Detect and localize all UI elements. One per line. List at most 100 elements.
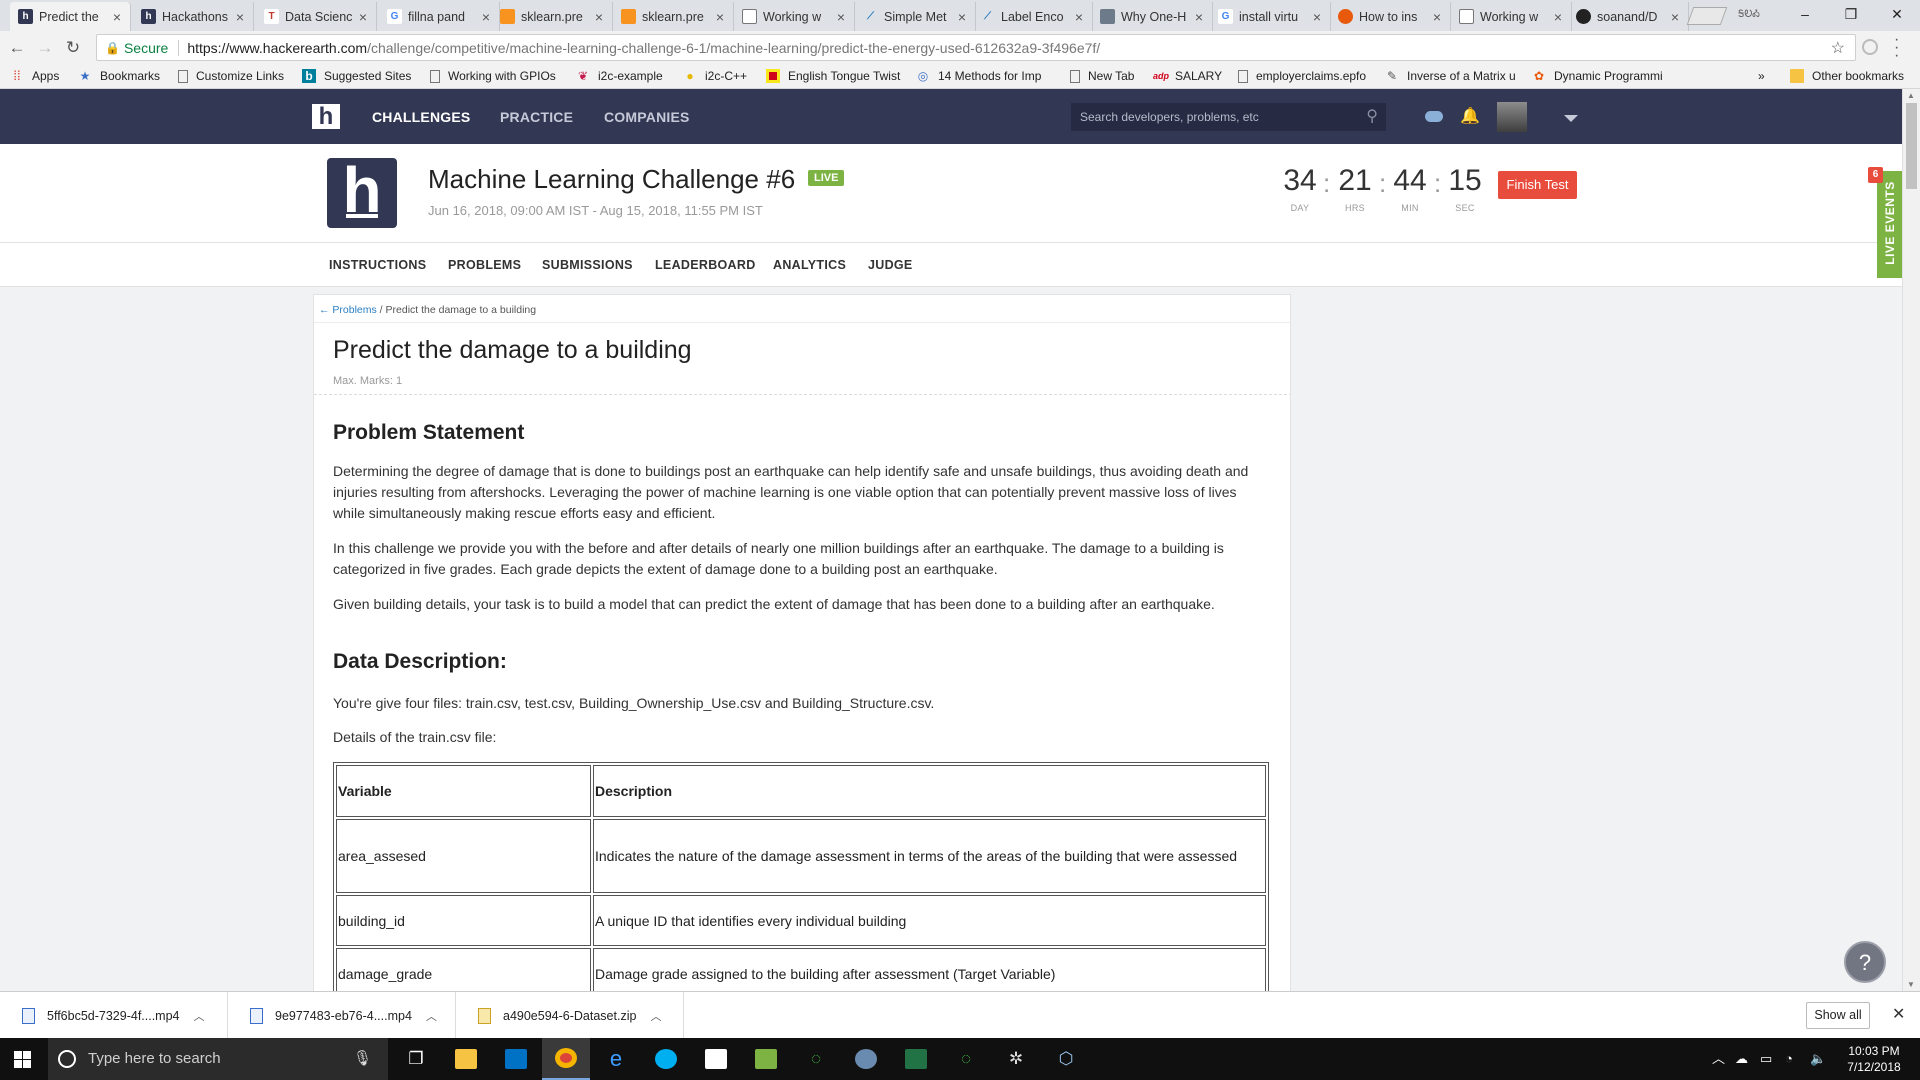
chevron-up-icon[interactable]: ︿ bbox=[426, 1008, 437, 1024]
browser-tab[interactable]: sklearn.pre × bbox=[613, 2, 734, 31]
help-button[interactable]: ? bbox=[1844, 941, 1886, 983]
taskbar-search-input[interactable]: Type here to search 🎙 bbox=[48, 1038, 388, 1080]
bookmark-tongue-twist[interactable]: English Tongue Twist bbox=[766, 69, 900, 83]
profile-indicator[interactable]: ᎦᎧᎣ bbox=[1738, 9, 1760, 20]
browser-tab[interactable]: h Hackathons × bbox=[133, 2, 254, 31]
chrome-icon[interactable] bbox=[542, 1038, 590, 1080]
minimize-icon[interactable]: – bbox=[1782, 0, 1828, 31]
close-downloads-icon[interactable]: ✕ bbox=[1892, 1004, 1905, 1024]
windows-start-icon[interactable] bbox=[14, 1051, 31, 1068]
bookmark-i2c-example[interactable]: ❦ i2c-example bbox=[576, 69, 663, 83]
show-all-downloads-button[interactable]: Show all bbox=[1806, 1002, 1870, 1029]
volume-icon[interactable]: 🔈 bbox=[1810, 1038, 1826, 1080]
close-tab-icon[interactable]: × bbox=[479, 9, 493, 25]
close-tab-icon[interactable]: × bbox=[1310, 9, 1324, 25]
bookmark-bookmarks[interactable]: ★ Bookmarks bbox=[78, 69, 160, 83]
tray-overflow-icon[interactable]: ︿ bbox=[1712, 1038, 1725, 1080]
outlook-icon[interactable] bbox=[492, 1038, 540, 1080]
browser-tab[interactable]: h Predict the × bbox=[10, 2, 131, 31]
notification-bell-icon[interactable]: 🔔 bbox=[1459, 106, 1481, 128]
chevron-down-icon[interactable] bbox=[1564, 115, 1578, 122]
bookmark-apps[interactable]: ⁞⁞ Apps bbox=[10, 69, 59, 84]
close-tab-icon[interactable]: × bbox=[110, 9, 124, 25]
bookmark-i2c-cpp[interactable]: ● i2c-C++ bbox=[683, 69, 747, 83]
close-tab-icon[interactable]: × bbox=[233, 9, 247, 25]
site-search-input[interactable]: Search developers, problems, etc ⚲ bbox=[1071, 103, 1386, 131]
more-bookmarks-button[interactable]: » bbox=[1758, 69, 1765, 83]
task-view-icon[interactable]: ❐ bbox=[392, 1038, 440, 1080]
back-arrow-icon[interactable]: ← bbox=[5, 36, 29, 60]
sync-icon[interactable]: ◌ bbox=[792, 1038, 840, 1080]
browser-tab[interactable]: Working w × bbox=[734, 2, 855, 31]
close-window-icon[interactable]: ✕ bbox=[1874, 0, 1920, 31]
close-tab-icon[interactable]: × bbox=[1072, 9, 1086, 25]
app-icon[interactable] bbox=[692, 1038, 740, 1080]
bookmark-customize-links[interactable]: Customize Links bbox=[178, 69, 284, 83]
reload-icon[interactable]: ↻ bbox=[61, 36, 85, 60]
tab-submissions[interactable]: SUBMISSIONS bbox=[542, 258, 633, 272]
page-scrollbar[interactable]: ▲ ▼ bbox=[1902, 89, 1920, 991]
download-item[interactable]: 9e977483-eb76-4....mp4 ︿ bbox=[228, 992, 456, 1039]
wifi-icon[interactable]: ◔ bbox=[1785, 1038, 1793, 1080]
close-tab-icon[interactable]: × bbox=[1668, 9, 1682, 25]
nav-practice[interactable]: PRACTICE bbox=[500, 109, 573, 125]
breadcrumb-problems-link[interactable]: ← Problems bbox=[319, 304, 377, 316]
download-item[interactable]: 5ff6bc5d-7329-4f....mp4 ︿ bbox=[0, 992, 228, 1039]
browser-tab[interactable]: G fillna pand × bbox=[379, 2, 500, 31]
user-avatar[interactable] bbox=[1497, 102, 1527, 132]
close-tab-icon[interactable]: × bbox=[356, 9, 370, 25]
browser-tab[interactable]: Working w × bbox=[1451, 2, 1572, 31]
battery-icon[interactable]: ▭ bbox=[1760, 1038, 1772, 1080]
bookmark-salary[interactable]: adp SALARY bbox=[1153, 69, 1222, 83]
browser-tab[interactable]: soanand/D × bbox=[1568, 2, 1689, 31]
scrollbar-thumb[interactable] bbox=[1906, 103, 1917, 189]
close-tab-icon[interactable]: × bbox=[1192, 9, 1206, 25]
extension-icon[interactable] bbox=[1862, 39, 1878, 55]
virtualbox-icon[interactable]: ⬡ bbox=[1042, 1038, 1090, 1080]
globe-app-icon[interactable] bbox=[842, 1038, 890, 1080]
close-tab-icon[interactable]: × bbox=[1551, 9, 1565, 25]
browser-tab[interactable]: How to ins × bbox=[1330, 2, 1451, 31]
close-tab-icon[interactable]: × bbox=[834, 9, 848, 25]
nav-challenges[interactable]: CHALLENGES bbox=[372, 109, 470, 125]
bookmark-dynamic-programming[interactable]: ✿ Dynamic Programmi bbox=[1532, 69, 1663, 83]
taskbar-clock[interactable]: 10:03 PM 7/12/2018 bbox=[1836, 1043, 1912, 1075]
sync-icon[interactable]: ◌ bbox=[942, 1038, 990, 1080]
chevron-up-icon[interactable]: ︿ bbox=[194, 1008, 205, 1024]
other-bookmarks[interactable]: Other bookmarks bbox=[1790, 69, 1904, 83]
bookmark-star-icon[interactable]: ☆ bbox=[1831, 38, 1845, 58]
download-item[interactable]: a490e594-6-Dataset.zip ︿ bbox=[456, 992, 684, 1039]
notepad-icon[interactable] bbox=[742, 1038, 790, 1080]
nav-companies[interactable]: COMPANIES bbox=[604, 109, 690, 125]
hackerearth-logo[interactable]: h bbox=[312, 104, 340, 132]
close-tab-icon[interactable]: × bbox=[955, 9, 969, 25]
bookmark-suggested-sites[interactable]: b Suggested Sites bbox=[302, 69, 411, 83]
tab-problems[interactable]: PROBLEMS bbox=[448, 258, 521, 272]
chrome-menu-icon[interactable]: · · · bbox=[1894, 32, 1899, 64]
scroll-down-icon[interactable]: ▼ bbox=[1907, 980, 1915, 989]
browser-tab[interactable]: sklearn.pre × bbox=[492, 2, 613, 31]
bookmark-employerclaims[interactable]: employerclaims.epfo bbox=[1238, 69, 1366, 83]
finish-test-button[interactable]: Finish Test bbox=[1498, 171, 1577, 199]
browser-tab[interactable]: T Data Scienc × bbox=[256, 2, 377, 31]
restore-icon[interactable]: ❐ bbox=[1828, 0, 1874, 31]
bookmark-new-tab[interactable]: New Tab bbox=[1070, 69, 1134, 83]
browser-tab[interactable]: ⟋ Simple Met × bbox=[855, 2, 976, 31]
address-bar[interactable]: 🔒 Secure https://www.hackerearth.com /ch… bbox=[96, 34, 1856, 61]
tab-leaderboard[interactable]: LEADERBOARD bbox=[655, 258, 756, 272]
edge-icon[interactable]: e bbox=[592, 1038, 640, 1080]
browser-tab[interactable]: Why One-H × bbox=[1092, 2, 1213, 31]
network-icon[interactable]: ☁ bbox=[1735, 1038, 1748, 1080]
live-events-button[interactable]: LIVE EVENTS bbox=[1877, 171, 1903, 278]
tab-instructions[interactable]: INSTRUCTIONS bbox=[329, 258, 426, 272]
close-tab-icon[interactable]: × bbox=[1430, 9, 1444, 25]
search-icon[interactable]: ⚲ bbox=[1366, 103, 1378, 131]
tab-analytics[interactable]: ANALYTICS bbox=[773, 258, 846, 272]
browser-tab[interactable]: ⟋ Label Enco × bbox=[972, 2, 1093, 31]
new-tab-button[interactable] bbox=[1686, 7, 1728, 25]
file-explorer-icon[interactable] bbox=[442, 1038, 490, 1080]
cloud-icon[interactable] bbox=[1425, 111, 1443, 122]
scroll-up-icon[interactable]: ▲ bbox=[1907, 91, 1915, 100]
bookmark-inverse-matrix[interactable]: ✎ Inverse of a Matrix u bbox=[1385, 69, 1516, 83]
close-tab-icon[interactable]: × bbox=[713, 9, 727, 25]
